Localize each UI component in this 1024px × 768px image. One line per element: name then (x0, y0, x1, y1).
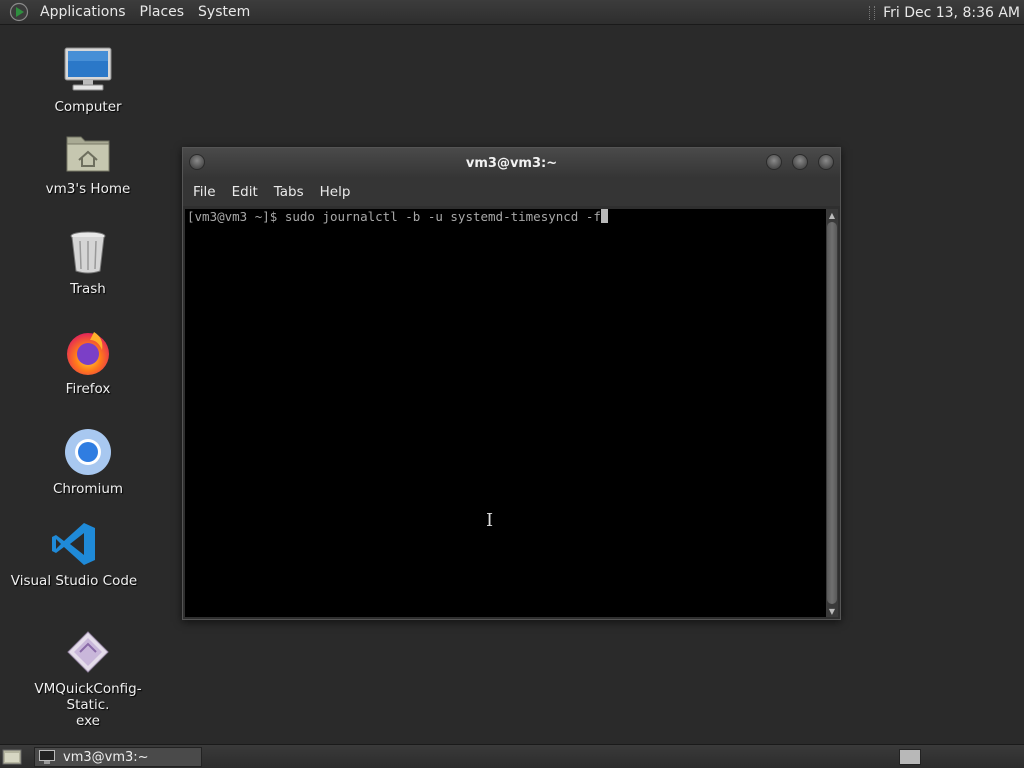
desktop-icon-label: VMQuickConfig-Static. exe (34, 681, 142, 729)
computer-icon (62, 44, 114, 96)
home-folder-icon (62, 126, 114, 178)
scroll-up-arrow-icon[interactable]: ▲ (826, 209, 838, 221)
window-menu-button[interactable] (189, 154, 205, 170)
top-panel: Applications Places System Fri Dec 13, 8… (0, 0, 1024, 25)
menu-help[interactable]: Help (314, 184, 357, 200)
bottom-panel: vm3@vm3:~ (0, 744, 1024, 768)
chromium-icon (62, 426, 114, 478)
places-menu[interactable]: Places (136, 0, 189, 25)
applications-menu[interactable]: Applications (36, 0, 130, 25)
menu-file[interactable]: File (187, 184, 222, 200)
desktop-icon-label: Firefox (65, 381, 111, 397)
ibeam-cursor-icon: I (486, 510, 494, 531)
vertical-scrollbar[interactable]: ▲ ▼ (826, 209, 838, 617)
show-desktop-icon[interactable] (2, 748, 22, 766)
desktop-icon-firefox[interactable]: Firefox (18, 326, 158, 397)
installer-icon (62, 626, 114, 678)
system-menu[interactable]: System (194, 0, 254, 25)
trash-icon (62, 226, 114, 278)
desktop-icon-vscode[interactable]: Visual Studio Code (4, 518, 144, 589)
terminal-window[interactable]: vm3@vm3:~ File Edit Tabs Help [vm3@vm3 ~… (182, 147, 841, 620)
desktop-icon-label: vm3's Home (45, 181, 131, 197)
scrollbar-thumb[interactable] (827, 222, 837, 604)
terminal-line: [vm3@vm3 ~]$ sudo journalctl -b -u syste… (187, 209, 608, 224)
desktop-icon-home[interactable]: vm3's Home (18, 126, 158, 197)
desktop-icon-label: Visual Studio Code (10, 573, 138, 589)
desktop-icon-label: Chromium (52, 481, 124, 497)
command-text: [vm3@vm3 ~]$ sudo journalctl -b -u syste… (187, 209, 601, 224)
close-button[interactable] (818, 154, 834, 170)
panel-separator (869, 5, 876, 20)
text-cursor (600, 209, 608, 223)
clock-area: Fri Dec 13, 8:36 AM (869, 0, 1024, 25)
workspace-switcher[interactable] (899, 749, 921, 765)
taskbar-item-terminal[interactable]: vm3@vm3:~ (34, 747, 202, 767)
maximize-button[interactable] (792, 154, 808, 170)
menu-tabs[interactable]: Tabs (268, 184, 310, 200)
window-title: vm3@vm3:~ (465, 155, 558, 171)
desktop-icon-trash[interactable]: Trash (18, 226, 158, 297)
taskbar-item-label: vm3@vm3:~ (63, 749, 149, 765)
terminal-icon (39, 750, 55, 764)
terminal-titlebar[interactable]: vm3@vm3:~ (183, 148, 840, 178)
firefox-icon (62, 326, 114, 378)
desktop-icon-computer[interactable]: Computer (18, 44, 158, 115)
desktop-icon-vmquickconfig[interactable]: VMQuickConfig-Static. exe (18, 626, 158, 729)
desktop-icon-label: Computer (54, 99, 122, 115)
clock[interactable]: Fri Dec 13, 8:36 AM (883, 5, 1024, 21)
terminal-menubar: File Edit Tabs Help (183, 178, 840, 206)
desktop-icon-chromium[interactable]: Chromium (18, 426, 158, 497)
distro-logo-icon[interactable] (8, 1, 30, 23)
vscode-icon (48, 518, 100, 570)
menu-edit[interactable]: Edit (226, 184, 264, 200)
scroll-down-arrow-icon[interactable]: ▼ (826, 605, 838, 617)
desktop-icon-label: Trash (70, 281, 106, 297)
terminal-output[interactable]: [vm3@vm3 ~]$ sudo journalctl -b -u syste… (185, 209, 826, 617)
minimize-button[interactable] (766, 154, 782, 170)
